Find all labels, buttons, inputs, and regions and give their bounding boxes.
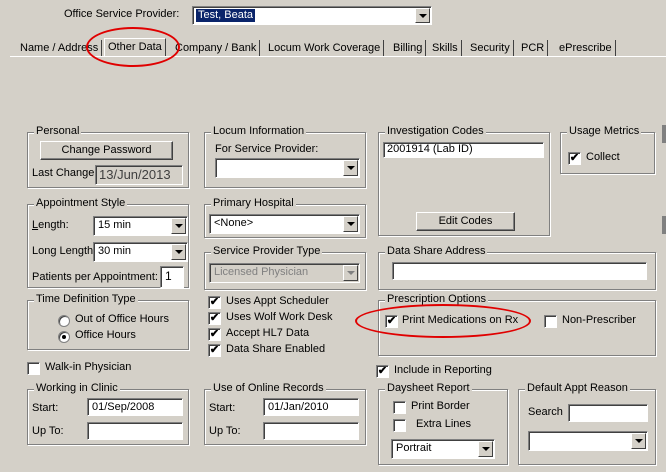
prescription-group: Prescription Options [378,293,656,356]
chevron-down-icon[interactable] [631,433,646,449]
clinic-title: Working in Clinic [34,382,120,394]
reason-search-field[interactable] [568,404,648,422]
collect-label: Collect [586,151,620,163]
non-prescriber-label: Non-Prescriber [562,314,636,326]
collect-checkbox[interactable]: ✔ [568,152,581,165]
office-hours-radio[interactable] [58,331,70,343]
include-reporting-label: Include in Reporting [394,364,492,376]
default-reason-group: Default Appt Reason [518,382,656,465]
tab-other-data[interactable]: Other Data [104,38,166,57]
chevron-down-icon [343,265,358,281]
tab-name-address[interactable]: Name / Address [17,40,103,57]
data-share-enabled-checkbox[interactable]: ✔ [208,344,221,357]
last-change-label: Last Change [32,167,95,179]
out-of-office-label: Out of Office Hours [75,313,169,325]
print-border-checkbox[interactable] [393,401,406,414]
provider-label: Office Service Provider: [64,8,180,20]
tab-panel-border [10,56,666,57]
tab-security[interactable]: Security [467,40,514,57]
chevron-down-icon[interactable] [478,441,493,457]
default-reason-title: Default Appt Reason [525,382,630,394]
tab-billing[interactable]: Billing [390,40,427,57]
tab-eprescribe[interactable]: ePrescribe [556,40,616,57]
reason-search-label: Search [528,406,563,418]
non-prescriber-checkbox[interactable] [544,315,557,328]
locum-title: Locum Information [211,125,307,137]
orientation-value: Portrait [396,442,432,454]
provider-selected-value: Test, Beata [196,9,256,22]
appointment-title: Appointment Style [34,197,128,209]
chevron-down-icon[interactable] [171,218,186,234]
appt-scheduler-label: Uses Appt Scheduler [226,295,329,307]
hl7-checkbox[interactable]: ✔ [208,328,221,341]
include-reporting-checkbox[interactable]: ✔ [376,365,389,378]
investigation-code-field[interactable]: 2001914 (Lab ID) [383,142,544,158]
chevron-down-icon[interactable] [343,216,358,232]
locum-provider-select[interactable] [215,158,360,178]
length-label: Length: [32,219,69,231]
online-title: Use of Online Records [211,382,326,394]
provider-type-select: Licensed Physician [209,263,360,283]
long-length-value: 30 min [98,245,132,257]
chevron-down-icon[interactable] [415,8,430,23]
hospital-title: Primary Hospital [211,197,296,209]
extra-lines-checkbox[interactable] [393,419,406,432]
long-length-select[interactable]: 30 min [93,242,188,262]
out-of-office-radio[interactable] [58,315,70,327]
usage-title: Usage Metrics [567,125,642,137]
provider-select[interactable]: Test, Beata [192,6,432,25]
walkin-label: Walk-in Physician [45,361,132,373]
data-share-title: Data Share Address [385,245,488,257]
clinic-start-field[interactable]: 01/Sep/2008 [87,398,183,416]
clinic-start-label: Start: [32,402,59,414]
print-meds-checkbox[interactable]: ✔ [385,315,398,328]
walkin-checkbox[interactable] [27,362,40,375]
reason-select[interactable] [528,431,648,451]
clinic-upto-label: Up To: [32,425,64,437]
wolf-desk-checkbox[interactable]: ✔ [208,312,221,325]
hospital-select[interactable]: <None> [209,214,360,234]
office-hours-label: Office Hours [75,329,136,341]
edge-control [662,216,666,234]
length-select[interactable]: 15 min [93,216,188,236]
chevron-down-icon[interactable] [171,244,186,260]
daysheet-title: Daysheet Report [385,382,472,394]
orientation-select[interactable]: Portrait [391,439,495,459]
hospital-value: <None> [214,217,254,229]
online-start-label: Start: [209,402,236,414]
online-start-field[interactable]: 01/Jan/2010 [263,398,359,416]
print-meds-label: Print Medications on Rx [402,314,519,326]
time-def-title: Time Definition Type [34,293,138,305]
last-change-field: 13/Jun/2013 [95,165,183,185]
chevron-down-icon[interactable] [343,160,358,176]
online-upto-field[interactable] [263,422,359,440]
patients-per-appt-field[interactable]: 1 [160,266,184,288]
clinic-upto-field[interactable] [87,422,183,440]
personal-title: Personal [34,125,82,137]
extra-lines-label: Extra Lines [416,418,472,430]
wolf-desk-label: Uses Wolf Work Desk [226,311,333,323]
provider-type-value: Licensed Physician [214,266,309,278]
edge-control [662,125,666,143]
provider-type-title: Service Provider Type [211,245,323,257]
data-share-enabled-label: Data Share Enabled [226,343,326,355]
tab-locum-work-coverage[interactable]: Locum Work Coverage [265,40,385,57]
edit-codes-button[interactable]: Edit Codes [416,212,515,231]
time-def-group: Time Definition Type [27,293,189,350]
hl7-label: Accept HL7 Data [226,327,310,339]
for-provider-label: For Service Provider: [215,143,319,155]
online-upto-label: Up To: [209,425,241,437]
long-length-label: Long Length: [32,245,97,257]
data-share-field[interactable] [392,262,647,280]
prescription-title: Prescription Options [385,293,489,305]
length-value: 15 min [98,219,132,231]
appt-scheduler-checkbox[interactable]: ✔ [208,296,221,309]
tab-pcr[interactable]: PCR [518,40,549,57]
change-password-button[interactable]: Change Password [40,141,173,160]
investigation-title: Investigation Codes [385,125,486,137]
print-border-label: Print Border [411,400,470,412]
patients-per-appt-label: Patients per Appointment: [32,271,158,283]
tab-skills[interactable]: Skills [429,40,462,57]
tab-company-bank[interactable]: Company / Bank [172,40,261,57]
